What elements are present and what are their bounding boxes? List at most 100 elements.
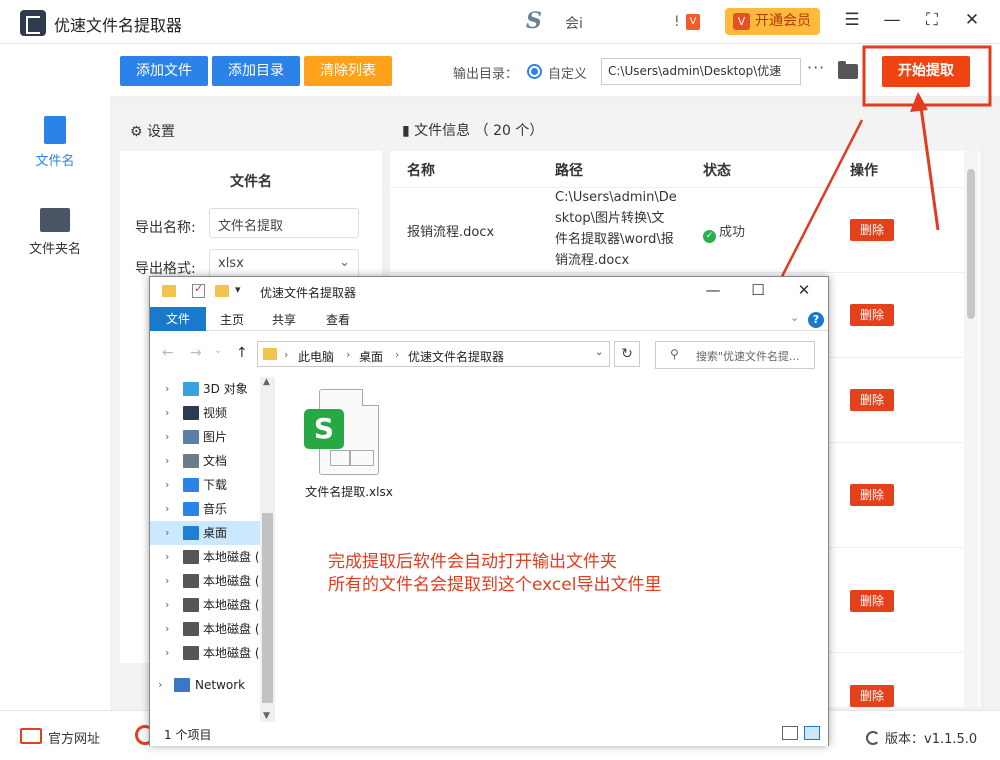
delete-button[interactable]: 删除 bbox=[850, 484, 894, 506]
add-file-button[interactable]: 添加文件 bbox=[120, 56, 208, 86]
gear-icon: ⚙ bbox=[130, 124, 143, 140]
breadcrumb-sep-icon[interactable]: › bbox=[284, 348, 288, 361]
start-extract-button[interactable]: 开始提取 bbox=[882, 56, 970, 87]
chevron-right-icon[interactable]: › bbox=[165, 425, 169, 449]
scroll-up-icon[interactable]: ▲ bbox=[263, 377, 270, 387]
vip-button[interactable]: V 开通会员 bbox=[725, 8, 820, 35]
nav-item[interactable]: › 音乐 bbox=[150, 497, 260, 521]
chevron-right-icon[interactable]: › bbox=[165, 545, 169, 569]
chevron-right-icon[interactable]: › bbox=[165, 569, 169, 593]
nav-item-icon bbox=[183, 382, 199, 396]
address-dropdown-icon[interactable]: ⌄ bbox=[595, 347, 603, 358]
explorer-close-icon[interactable]: ✕ bbox=[789, 281, 819, 299]
annotation-line-2: 所有的文件名会提取到这个excel导出文件里 bbox=[328, 575, 662, 595]
delete-button[interactable]: 删除 bbox=[850, 389, 894, 411]
quick-access-dropdown-icon[interactable]: ▾ bbox=[235, 283, 241, 296]
explorer-maximize-icon[interactable]: ☐ bbox=[743, 281, 773, 299]
chevron-right-icon[interactable]: › bbox=[165, 401, 169, 425]
minimize-icon[interactable]: — bbox=[880, 10, 904, 30]
settings-header: ⚙ 设置 bbox=[120, 107, 382, 151]
delete-button[interactable]: 删除 bbox=[850, 685, 894, 707]
menu-icon[interactable]: ☰ bbox=[840, 10, 864, 30]
details-view-icon[interactable] bbox=[782, 726, 798, 740]
chevron-right-icon[interactable]: › bbox=[165, 521, 169, 545]
ribbon-expand-icon[interactable]: ⌄ bbox=[790, 311, 799, 324]
explorer-minimize-icon[interactable]: — bbox=[698, 281, 728, 299]
open-folder-icon[interactable] bbox=[838, 61, 858, 79]
grid-icon bbox=[330, 450, 374, 466]
nav-scrollbar[interactable]: ▲ ▼ bbox=[260, 377, 275, 722]
chevron-right-icon[interactable]: › bbox=[165, 593, 169, 617]
recent-dropdown-icon[interactable]: ⌄ bbox=[214, 345, 222, 356]
version-label[interactable]: 版本：v1.1.5.0 bbox=[866, 728, 977, 747]
nav-item[interactable]: › 本地磁盘 ( bbox=[150, 593, 260, 617]
nav-item[interactable]: › Network bbox=[150, 673, 260, 697]
nav-item[interactable]: › 桌面 bbox=[150, 521, 260, 545]
tab-share[interactable]: 共享 bbox=[272, 311, 296, 328]
large-icons-view-icon[interactable] bbox=[804, 726, 820, 740]
properties-icon[interactable] bbox=[192, 282, 205, 298]
nav-item[interactable]: › 图片 bbox=[150, 425, 260, 449]
maximize-icon[interactable]: ⛶ bbox=[920, 10, 944, 30]
breadcrumb-desktop[interactable]: 桌面 bbox=[359, 348, 383, 365]
delete-button[interactable]: 删除 bbox=[850, 219, 894, 241]
sidebar-item-foldername[interactable]: 文件夹名 bbox=[0, 208, 110, 257]
navigation-pane: › 3D 对象 › 视频 › 图片 › 文档 › 下载 › 音乐 › 桌面 › 本地磁盘 (› 本地磁盘 (› 本… bbox=[150, 377, 275, 722]
file-list-scrollbar[interactable] bbox=[964, 151, 978, 707]
up-icon[interactable]: ↑ bbox=[236, 345, 248, 361]
chevron-right-icon[interactable]: › bbox=[165, 617, 169, 641]
chevron-right-icon[interactable]: › bbox=[165, 497, 169, 521]
nav-item[interactable]: › 视频 bbox=[150, 401, 260, 425]
crown-icon: V bbox=[733, 13, 750, 30]
tab-view[interactable]: 查看 bbox=[326, 311, 350, 328]
close-icon[interactable]: ✕ bbox=[960, 10, 984, 30]
chevron-right-icon[interactable]: › bbox=[165, 449, 169, 473]
chevron-right-icon[interactable]: › bbox=[165, 377, 169, 401]
chevron-right-icon[interactable]: › bbox=[158, 673, 162, 697]
sidebar-item-filename[interactable]: 文件名 bbox=[0, 116, 110, 169]
add-dir-button[interactable]: 添加目录 bbox=[212, 56, 300, 86]
breadcrumb-this-pc[interactable]: 此电脑 bbox=[298, 348, 334, 365]
address-bar[interactable]: › 此电脑 › 桌面 › 优速文件名提取器 ⌄ bbox=[257, 341, 610, 367]
nav-item[interactable]: › 下载 bbox=[150, 473, 260, 497]
output-path-input[interactable]: C:\Users\admin\Desktop\优速 bbox=[601, 58, 801, 85]
vip-mini-icon[interactable]: V bbox=[686, 14, 700, 30]
breadcrumb-sep-icon[interactable]: › bbox=[395, 348, 399, 361]
search-input[interactable]: ⚲ 搜索"优速文件名提... bbox=[655, 341, 815, 369]
chevron-right-icon[interactable]: › bbox=[165, 641, 169, 665]
new-folder-icon[interactable] bbox=[215, 285, 229, 297]
nav-item[interactable]: › 本地磁盘 ( bbox=[150, 617, 260, 641]
chevron-right-icon[interactable]: › bbox=[165, 473, 169, 497]
row-divider bbox=[390, 187, 965, 188]
nav-item[interactable]: › 3D 对象 bbox=[150, 377, 260, 401]
help-icon[interactable]: ? bbox=[808, 312, 824, 328]
breadcrumb-sep-icon[interactable]: › bbox=[346, 348, 350, 361]
export-format-select[interactable]: xlsx ⌄ bbox=[209, 249, 359, 279]
custom-radio[interactable] bbox=[527, 64, 542, 79]
forward-icon[interactable]: → bbox=[190, 345, 202, 361]
delete-button[interactable]: 删除 bbox=[850, 590, 894, 612]
clear-list-button[interactable]: 清除列表 bbox=[304, 56, 392, 86]
nav-item[interactable]: › 本地磁盘 ( bbox=[150, 569, 260, 593]
notice-icon[interactable]: ! bbox=[674, 14, 680, 30]
nav-item[interactable]: › 本地磁盘 ( bbox=[150, 641, 260, 665]
nav-item[interactable]: › 文档 bbox=[150, 449, 260, 473]
back-icon[interactable]: ← bbox=[162, 345, 174, 361]
delete-button[interactable]: 删除 bbox=[850, 304, 894, 326]
scroll-thumb[interactable] bbox=[967, 169, 975, 319]
scroll-down-icon[interactable]: ▼ bbox=[263, 711, 270, 721]
hui-label[interactable]: 会i bbox=[565, 13, 583, 33]
custom-radio-label[interactable]: 自定义 bbox=[548, 63, 587, 82]
nav-item-label: 本地磁盘 ( bbox=[203, 574, 260, 588]
browse-more-button[interactable]: ··· bbox=[807, 58, 825, 77]
export-name-input[interactable]: 文件名提取 bbox=[209, 208, 359, 238]
nav-scroll-thumb[interactable] bbox=[262, 513, 273, 703]
tab-file[interactable]: 文件 bbox=[150, 307, 206, 331]
title-bar: 优速文件名提取器 S 会i ! V V 开通会员 ☰ — ⛶ ✕ bbox=[0, 0, 1000, 44]
breadcrumb-folder[interactable]: 优速文件名提取器 bbox=[408, 348, 504, 365]
s-logo-icon[interactable]: S bbox=[526, 8, 542, 34]
official-site-link[interactable]: 官方网址 bbox=[48, 728, 100, 747]
nav-item[interactable]: › 本地磁盘 ( bbox=[150, 545, 260, 569]
tab-home[interactable]: 主页 bbox=[220, 311, 244, 328]
refresh-icon[interactable]: ↻ bbox=[614, 341, 640, 367]
